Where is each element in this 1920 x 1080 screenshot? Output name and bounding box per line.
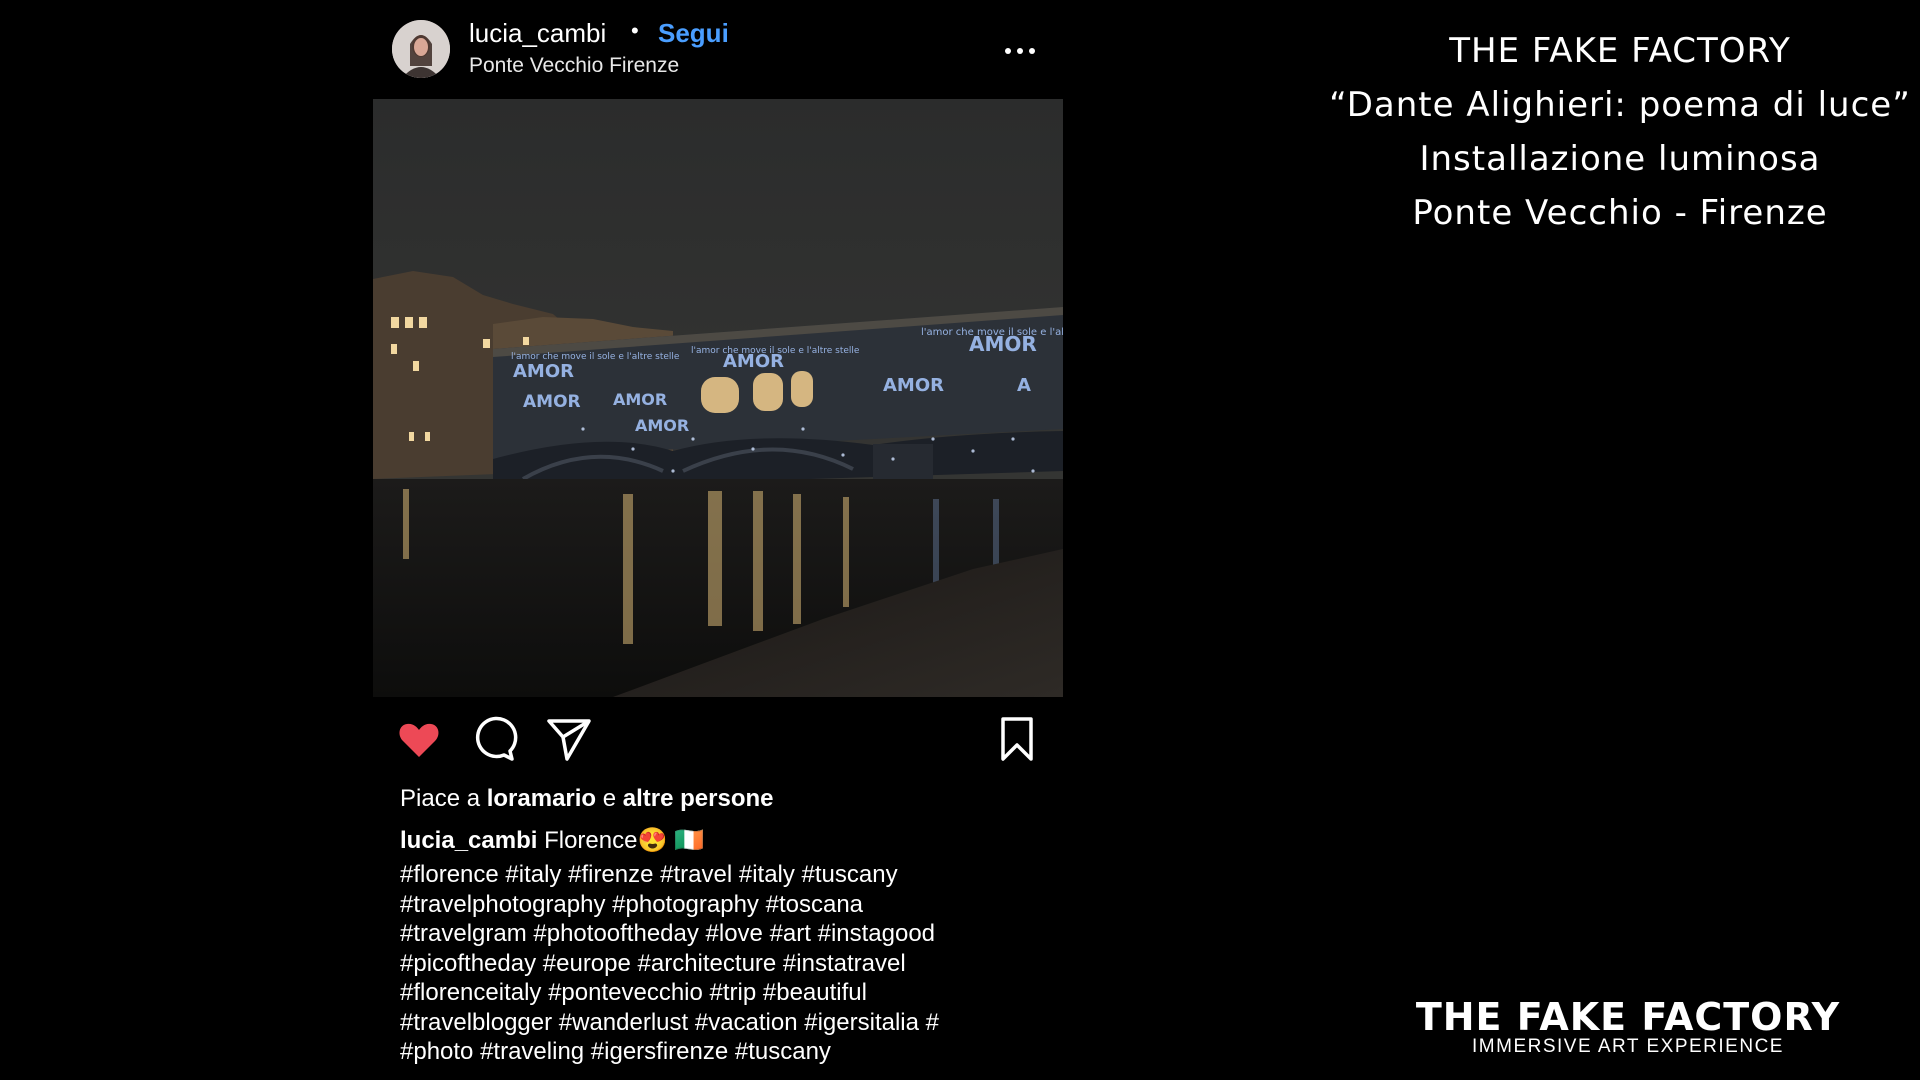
svg-text:AMOR: AMOR	[635, 416, 689, 435]
title-line-3: Installazione luminosa	[1419, 139, 1821, 179]
svg-text:AMOR: AMOR	[883, 375, 944, 396]
separator-dot: •	[631, 18, 639, 43]
caption-text: Florence	[544, 827, 638, 854]
hashtag-line[interactable]: #florence #italy #firenze #travel #italy…	[400, 860, 1040, 890]
user-avatar[interactable]	[392, 20, 450, 78]
heart-eyes-emoji: 😍	[637, 827, 668, 854]
likes-user-link[interactable]: loramario	[487, 785, 596, 812]
svg-text:AMOR: AMOR	[723, 351, 784, 372]
caption: lucia_cambi Florence😍 🇮🇪	[400, 826, 704, 855]
hashtag-line[interactable]: #travelblogger #wanderlust #vacation #ig…	[400, 1008, 1040, 1038]
svg-text:A: A	[1017, 375, 1031, 396]
hashtag-line[interactable]: #travelphotography #photography #toscana	[400, 890, 1040, 920]
bookmark-icon[interactable]	[993, 715, 1041, 763]
likes-prefix: Piace a	[400, 785, 487, 812]
caption-username[interactable]: lucia_cambi	[400, 827, 537, 854]
likes-text: Piace a loramario e altre persone	[400, 785, 774, 813]
follow-button[interactable]: Segui	[658, 18, 729, 49]
more-horizontal-icon[interactable]	[1003, 30, 1043, 70]
hashtag-line[interactable]: #travelgram #photooftheday #love #art #i…	[400, 919, 1040, 949]
svg-text:AMOR: AMOR	[613, 390, 667, 409]
hashtag-line[interactable]: #photo #traveling #igersfirenze #tuscany	[400, 1037, 1040, 1067]
hashtag-block: #florence #italy #firenze #travel #italy…	[400, 860, 1040, 1067]
hashtag-line[interactable]: #picoftheday #europe #architecture #inst…	[400, 949, 1040, 979]
likes-middle: e	[596, 785, 623, 812]
logo-main-text: THE FAKE FACTORY	[1415, 995, 1841, 1039]
fake-factory-logo: THE FAKE FACTORY IMMERSIVE ART EXPERIENC…	[1398, 996, 1858, 1056]
title-line-2: “Dante Alighieri: poema di luce”	[1329, 85, 1911, 125]
title-line-1: THE FAKE FACTORY	[1449, 31, 1791, 71]
post-username[interactable]: lucia_cambi	[469, 18, 606, 49]
logo-subtitle: IMMERSIVE ART EXPERIENCE	[1472, 1036, 1784, 1057]
flag-emoji: 🇮🇪	[674, 827, 704, 854]
installation-title-block: THE FAKE FACTORY “Dante Alighieri: poema…	[1290, 24, 1920, 240]
comment-icon[interactable]	[470, 715, 518, 763]
send-icon[interactable]	[545, 715, 593, 763]
action-bar	[373, 715, 1063, 765]
svg-text:AMOR: AMOR	[969, 332, 1037, 356]
likes-others-link[interactable]: altre persone	[623, 785, 774, 812]
instagram-post: lucia_cambi • Segui Ponte Vecchio Firenz…	[373, 0, 1063, 1080]
title-line-4: Ponte Vecchio - Firenze	[1412, 193, 1828, 233]
svg-text:AMOR: AMOR	[513, 361, 574, 382]
svg-text:AMOR: AMOR	[523, 392, 581, 412]
heart-filled-icon[interactable]	[395, 715, 443, 763]
hashtag-line[interactable]: #florenceitaly #pontevecchio #trip #beau…	[400, 978, 1040, 1008]
post-header: lucia_cambi • Segui Ponte Vecchio Firenz…	[373, 0, 1063, 99]
post-photo[interactable]: l'amor che move il sole e l'altre stelle…	[373, 99, 1063, 697]
post-location[interactable]: Ponte Vecchio Firenze	[469, 54, 679, 78]
